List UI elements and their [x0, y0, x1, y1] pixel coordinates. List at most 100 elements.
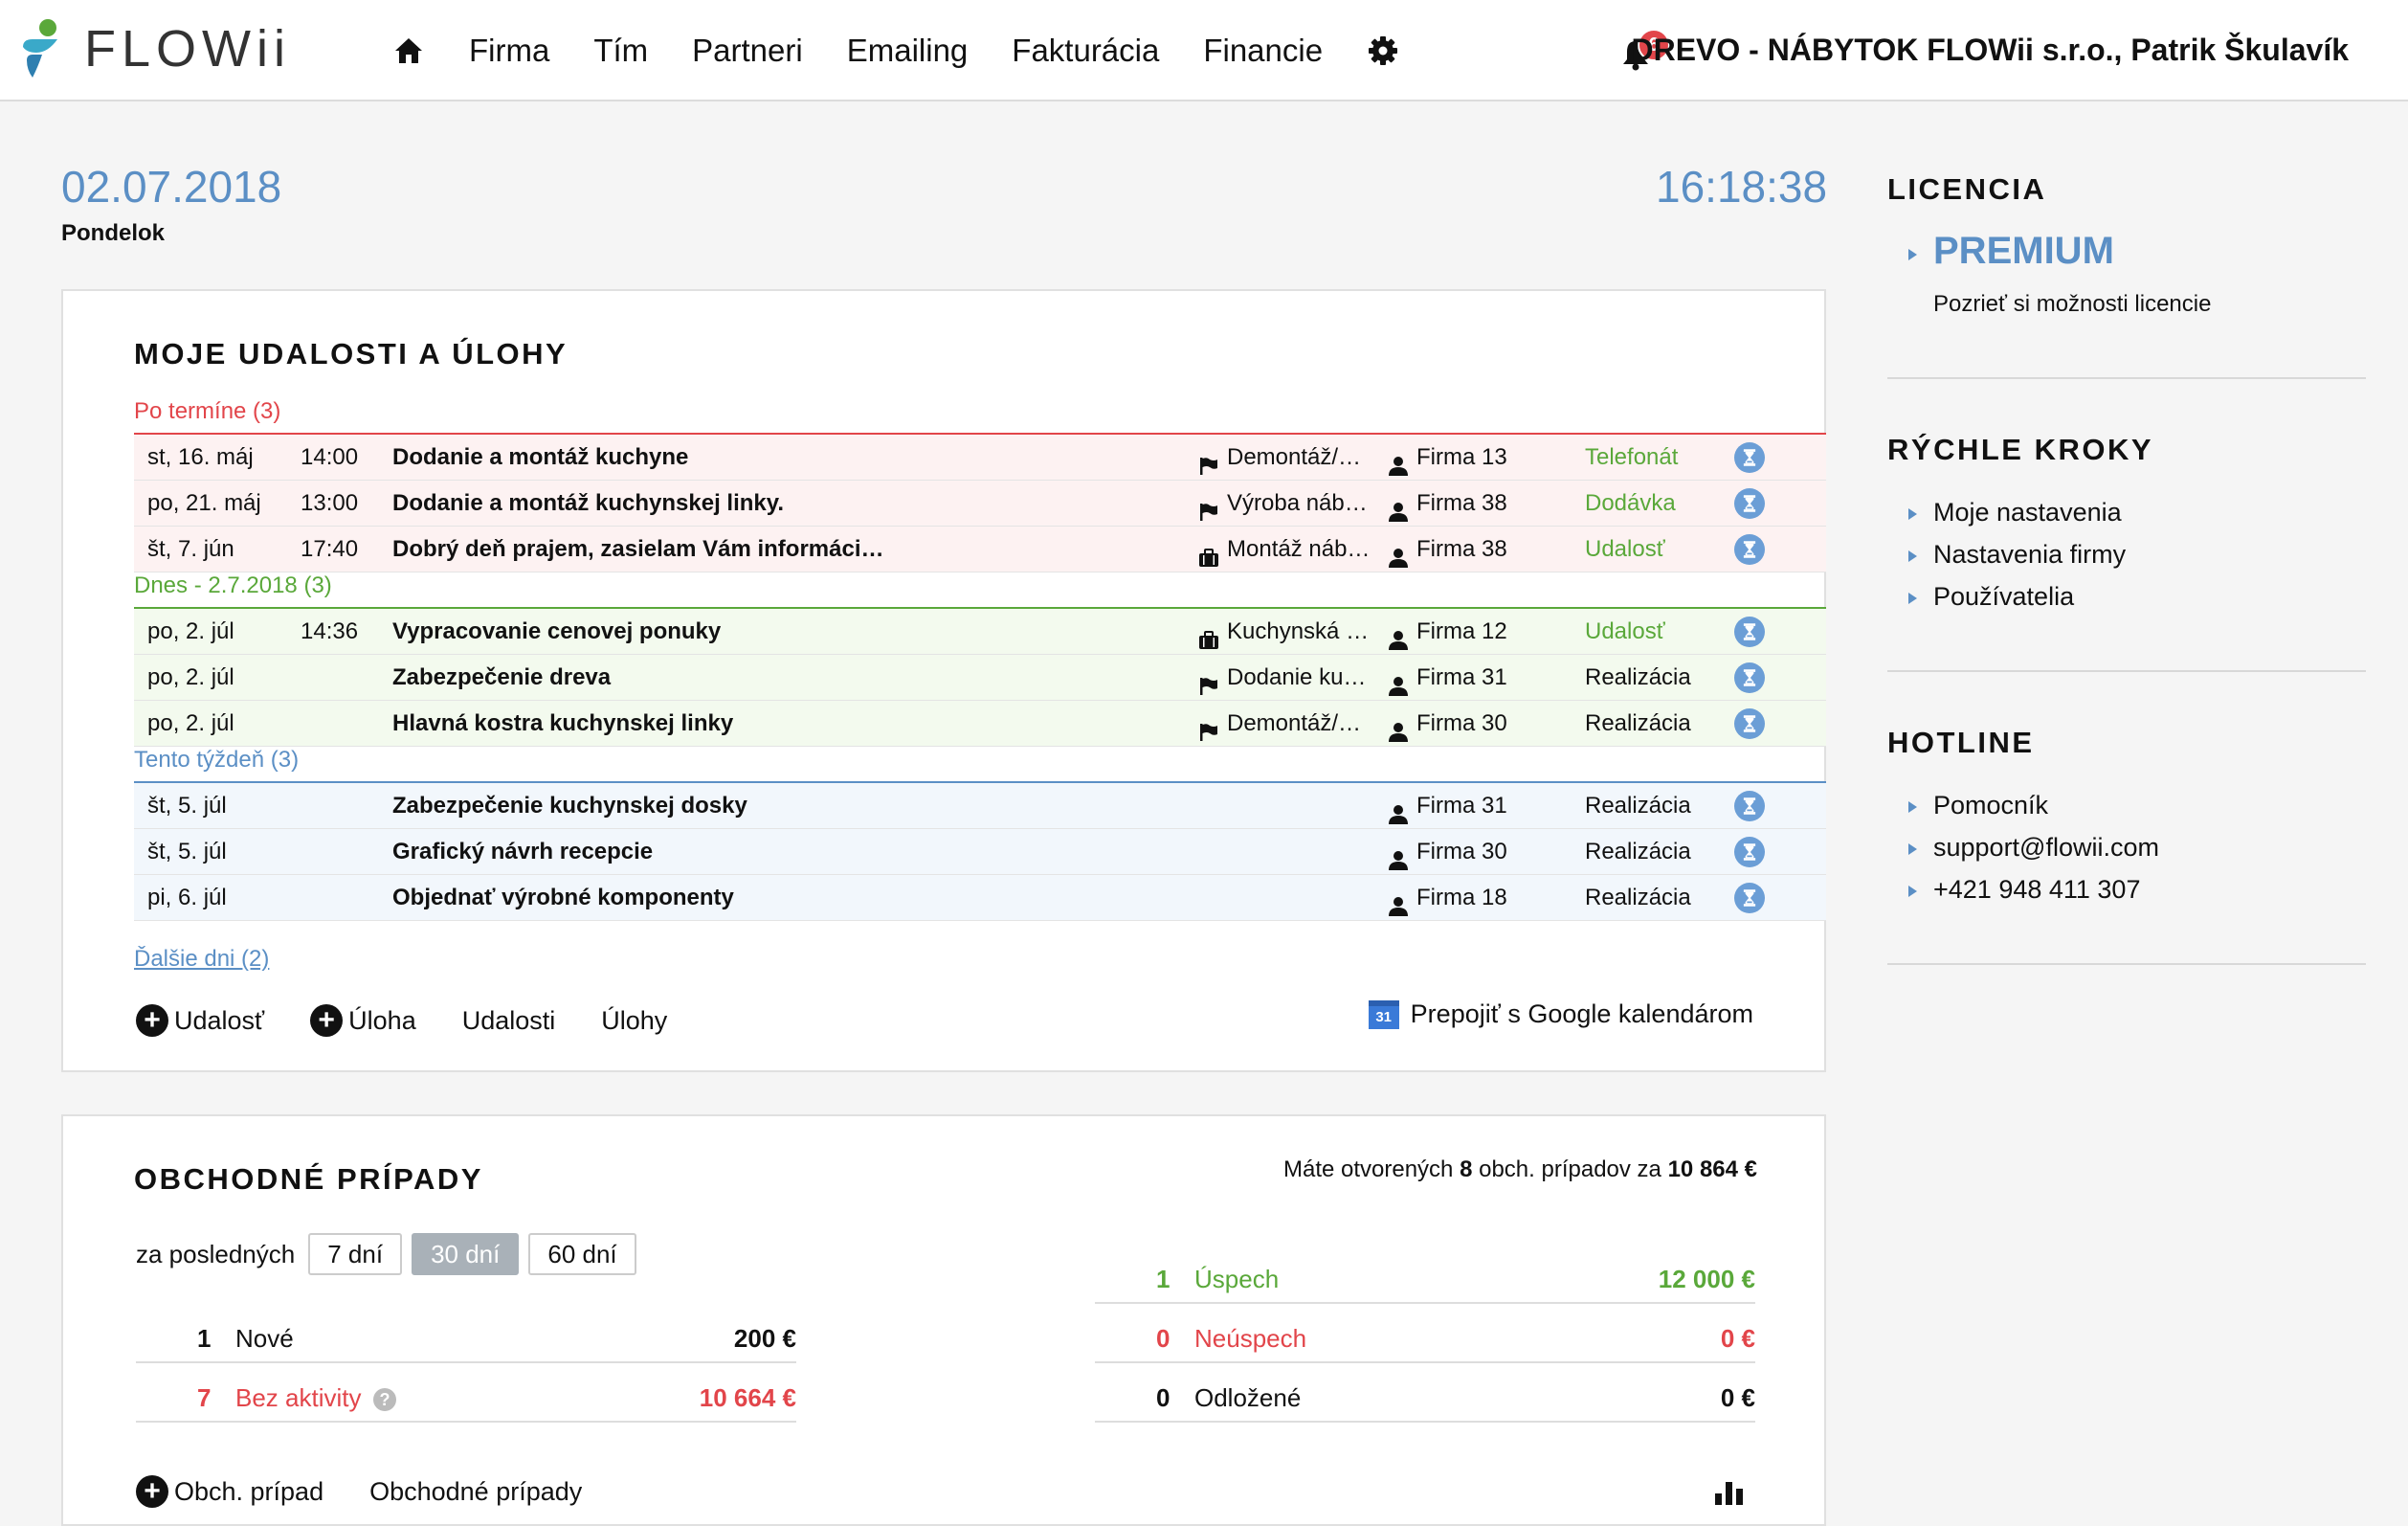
plus-circle-icon: +: [310, 1004, 344, 1037]
events-link[interactable]: Udalosti: [462, 1006, 556, 1036]
event-row[interactable]: po, 2. júl 14:36 Vypracovanie cenovej ponu…: [134, 609, 1826, 655]
help-icon[interactable]: ?: [373, 1388, 396, 1411]
google-calendar-link[interactable]: 31 Prepojiť s Google kalendárom: [1368, 999, 1753, 1029]
event-title[interactable]: Dodanie a montáž kuchyne: [392, 435, 1101, 481]
current-time: 16:18:38: [1656, 162, 1828, 212]
event-project[interactable]: Demontáž/…: [1198, 435, 1380, 481]
hotline-phone-link[interactable]: +421 948 411 307: [1933, 875, 2140, 905]
hotline-help-link[interactable]: Pomocník: [1933, 791, 2048, 820]
group-label[interactable]: Dnes - 2.7.2018 (3): [134, 572, 332, 599]
event-status-button[interactable]: [1734, 708, 1773, 739]
hotline-email-link[interactable]: support@flowii.com: [1933, 833, 2159, 863]
tasks-link[interactable]: Úlohy: [601, 1006, 667, 1036]
event-status-button[interactable]: [1734, 617, 1773, 647]
settings-gear-icon[interactable]: [1367, 34, 1399, 67]
event-project[interactable]: Kuchynská li…: [1198, 609, 1380, 655]
event-firm[interactable]: Firma 30: [1388, 701, 1560, 747]
flag-icon: [1198, 447, 1219, 475]
event-project[interactable]: Demontáž/…: [1198, 701, 1380, 747]
license-title: LICENCIA: [1887, 172, 2047, 206]
event-status-button[interactable]: [1734, 883, 1773, 913]
event-title[interactable]: Hlavná kostra kuchynskej linky: [392, 701, 1101, 747]
license-plan-link[interactable]: PREMIUM: [1933, 230, 2114, 273]
add-event-button[interactable]: + Udalosť: [136, 1004, 264, 1037]
event-type: Dodávka: [1585, 490, 1676, 516]
event-title[interactable]: Vypracovanie cenovej ponuky: [392, 609, 1101, 655]
add-task-button[interactable]: + Úloha: [310, 1004, 416, 1037]
event-title[interactable]: Zabezpečenie kuchynskej dosky: [392, 783, 1101, 829]
deals-panel-title: OBCHODNÉ PRÍPADY: [134, 1162, 483, 1196]
period-60-days-button[interactable]: 60 dní: [528, 1233, 636, 1275]
event-status-button[interactable]: [1734, 442, 1773, 473]
nav-financie[interactable]: Financie: [1203, 33, 1323, 69]
event-date: št, 5. júl: [147, 839, 227, 864]
period-30-days-button[interactable]: 30 dní: [412, 1233, 520, 1275]
event-row[interactable]: po, 2. júl Zabezpečenie dreva Dodanie kuc……: [134, 655, 1826, 701]
deal-stat-count: 7: [197, 1383, 212, 1412]
nav-tim[interactable]: Tím: [593, 33, 648, 69]
quick-company-settings-link[interactable]: Nastavenia firmy: [1933, 540, 2126, 570]
summary-count: 8: [1460, 1156, 1473, 1182]
event-row[interactable]: št, 7. jún 17:40 Dobrý deň prajem, zasiela…: [134, 527, 1826, 572]
nav-fakturacia[interactable]: Fakturácia: [1012, 33, 1159, 69]
deal-stat-row[interactable]: 0 Neúspech 0 €: [1095, 1306, 1755, 1363]
event-status-button[interactable]: [1734, 791, 1773, 821]
company-user-name[interactable]: DREVO - NÁBYTOK FLOWii s.r.o., Patrik Šk…: [1631, 33, 2349, 68]
deal-stat-label: Nové: [235, 1324, 294, 1353]
event-status-button[interactable]: [1734, 837, 1773, 867]
flowii-logo[interactable]: FLOWii: [21, 15, 291, 82]
event-firm[interactable]: Firma 13: [1388, 435, 1560, 481]
event-status-button[interactable]: [1734, 534, 1773, 565]
event-row[interactable]: po, 2. júl Hlavná kostra kuchynskej linky…: [134, 701, 1826, 747]
event-firm[interactable]: Firma 38: [1388, 527, 1560, 572]
deals-summary: Máte otvorených 8 obch. prípadov za 10 8…: [1283, 1156, 1757, 1183]
event-project[interactable]: Výroba náby…: [1198, 481, 1380, 527]
event-firm[interactable]: Firma 31: [1388, 655, 1560, 701]
event-title[interactable]: Dodanie a montáž kuchynskej linky.: [392, 481, 1101, 527]
quick-users-link[interactable]: Používatelia: [1933, 582, 2074, 612]
group-label[interactable]: Tento týždeň (3): [134, 747, 299, 774]
event-date: po, 2. júl: [147, 664, 234, 690]
bullet-icon: [1908, 801, 1917, 813]
nav-partneri[interactable]: Partneri: [692, 33, 803, 69]
nav-emailing[interactable]: Emailing: [847, 33, 969, 69]
home-icon[interactable]: [392, 34, 425, 67]
deal-stat-row[interactable]: 7 Bez aktivity 10 664 €?: [136, 1365, 796, 1423]
event-firm[interactable]: Firma 18: [1388, 875, 1560, 921]
event-row[interactable]: pi, 6. júl Objednať výrobné komponenty Fir…: [134, 875, 1826, 921]
event-title[interactable]: Grafický návrh recepcie: [392, 829, 1101, 875]
sidebar-divider: [1887, 963, 2366, 965]
event-row[interactable]: št, 5. júl Grafický návrh recepcie Firma 3…: [134, 829, 1826, 875]
event-project[interactable]: Dodanie kuc…: [1198, 655, 1380, 701]
deals-list-link[interactable]: Obchodné prípady: [369, 1477, 582, 1507]
nav-firma[interactable]: Firma: [469, 33, 549, 69]
license-options-link[interactable]: Pozrieť si možnosti licencie: [1933, 291, 2211, 318]
period-7-days-button[interactable]: 7 dní: [308, 1233, 403, 1275]
bullet-icon: [1908, 843, 1917, 855]
event-firm[interactable]: Firma 30: [1388, 829, 1560, 875]
quick-my-settings-link[interactable]: Moje nastavenia: [1933, 498, 2122, 527]
deal-stat-row[interactable]: 1 Úspech 12 000 €: [1095, 1246, 1755, 1304]
event-title[interactable]: Zabezpečenie dreva: [392, 655, 1101, 701]
group-label[interactable]: Po termíne (3): [134, 398, 280, 425]
more-days-link[interactable]: Ďalšie dni (2): [134, 946, 269, 973]
event-title[interactable]: Dobrý deň prajem, zasielam Vám informáci…: [392, 527, 1101, 572]
event-project-name: Demontáž/…: [1227, 710, 1362, 736]
event-title[interactable]: Objednať výrobné komponenty: [392, 875, 1101, 921]
event-firm[interactable]: Firma 12: [1388, 609, 1560, 655]
add-deal-button[interactable]: + Obch. prípad: [136, 1475, 323, 1508]
event-row[interactable]: st, 16. máj 14:00 Dodanie a montáž kuchyne…: [134, 435, 1826, 481]
event-row[interactable]: po, 21. máj 13:00 Dodanie a montáž kuchyns…: [134, 481, 1826, 527]
event-firm-name: Firma 38: [1416, 536, 1507, 562]
event-firm[interactable]: Firma 31: [1388, 783, 1560, 829]
deal-stat-row[interactable]: 1 Nové 200 €: [136, 1306, 796, 1363]
event-project[interactable]: Montáž náby…: [1198, 527, 1380, 572]
event-status-button[interactable]: [1734, 662, 1773, 693]
event-firm[interactable]: Firma 38: [1388, 481, 1560, 527]
deal-stat-row[interactable]: 0 Odložené 0 €: [1095, 1365, 1755, 1423]
hotline-title: HOTLINE: [1887, 726, 2035, 759]
bar-chart-icon[interactable]: [1713, 1476, 1746, 1510]
event-row[interactable]: št, 5. júl Zabezpečenie kuchynskej dosky F…: [134, 783, 1826, 829]
bullet-icon: [1908, 593, 1917, 604]
event-status-button[interactable]: [1734, 488, 1773, 519]
